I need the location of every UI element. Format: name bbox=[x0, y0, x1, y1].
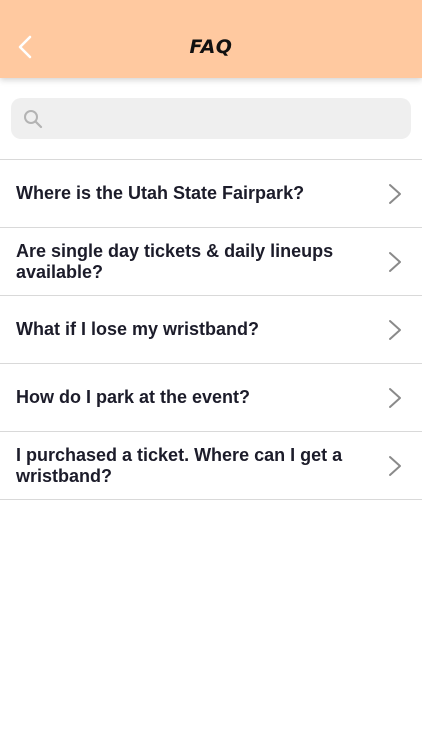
faq-question: Are single day tickets & daily lineups a… bbox=[16, 240, 334, 282]
faq-screen: FAQ Where is the Utah State Fairpark? Ar… bbox=[0, 0, 422, 750]
faq-item-fairpark-location[interactable]: Where is the Utah State Fairpark? bbox=[0, 160, 422, 228]
chevron-right-icon bbox=[388, 319, 402, 341]
faq-question: How do I park at the event? bbox=[16, 387, 251, 407]
faq-question: Where is the Utah State Fairpark? bbox=[16, 183, 305, 203]
chevron-right-icon bbox=[388, 455, 402, 477]
faq-item-single-day-tickets[interactable]: Are single day tickets & daily lineups a… bbox=[0, 228, 422, 296]
faq-list: Where is the Utah State Fairpark? Are si… bbox=[0, 159, 422, 500]
search-icon bbox=[23, 109, 43, 129]
search-bar[interactable] bbox=[11, 98, 411, 139]
faq-item-lost-wristband[interactable]: What if I lose my wristband? bbox=[0, 296, 422, 364]
chevron-right-icon bbox=[388, 251, 402, 273]
search-input[interactable] bbox=[43, 98, 411, 139]
header-bar: FAQ bbox=[0, 0, 422, 78]
chevron-right-icon bbox=[388, 387, 402, 409]
chevron-right-icon bbox=[388, 183, 402, 205]
faq-item-wristband-pickup[interactable]: I purchased a ticket. Where can I get a … bbox=[0, 432, 422, 500]
page-title: FAQ bbox=[189, 36, 233, 58]
faq-question: What if I lose my wristband? bbox=[16, 319, 260, 339]
faq-question: I purchased a ticket. Where can I get a … bbox=[16, 444, 343, 486]
faq-item-parking[interactable]: How do I park at the event? bbox=[0, 364, 422, 432]
